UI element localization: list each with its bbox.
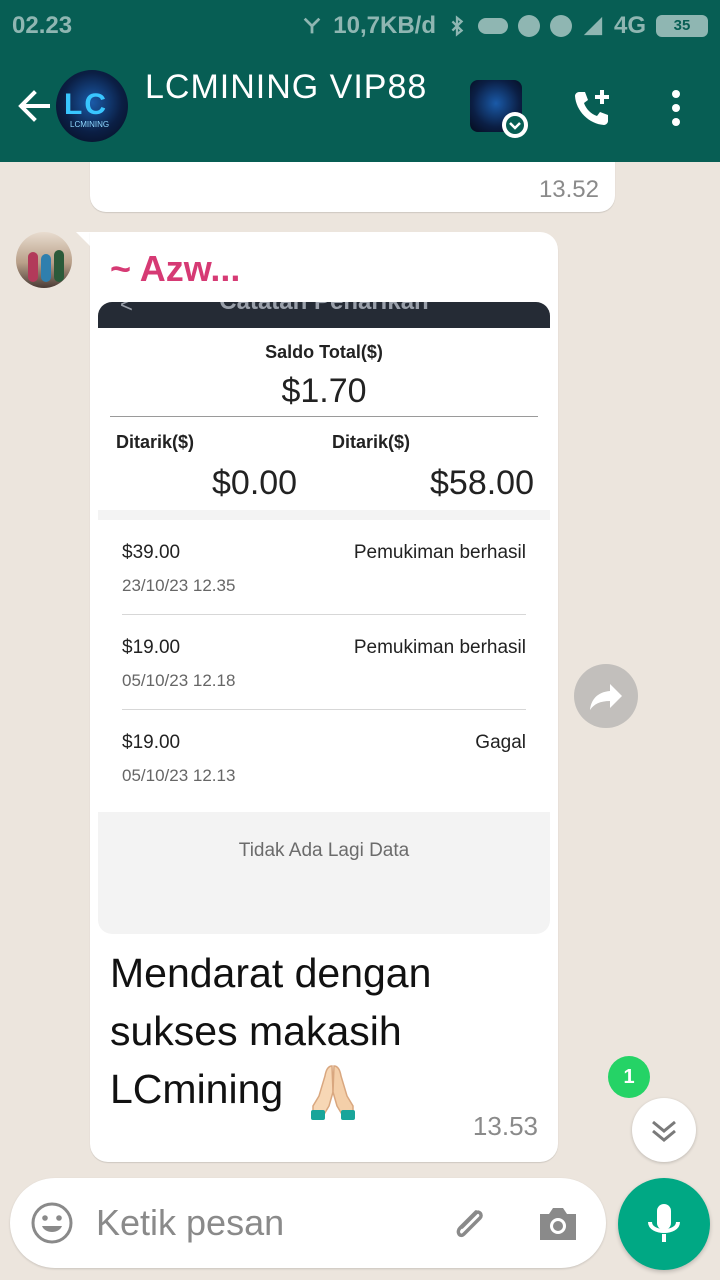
ditarik-value-2: $58.00 (430, 464, 534, 502)
emoji-icon[interactable] (30, 1201, 74, 1245)
alarm-icon (549, 15, 572, 37)
list-item: $19.00 Pemukiman berhasil 05/10/23 12.18 (122, 615, 526, 710)
record-status: Gagal (475, 732, 526, 753)
record-amount: $19.00 (122, 637, 181, 658)
voice-message-button[interactable] (618, 1178, 710, 1270)
forward-icon (590, 684, 622, 710)
status-icons: 10,7KB/d 4G 35 (301, 12, 708, 40)
screenshot-app-header: < Catatan Penarikan (98, 302, 550, 328)
divider (110, 416, 538, 417)
chevron-down-icon (502, 112, 528, 138)
ditarik-value-1: $0.00 (212, 464, 298, 502)
status-time: 02.23 (12, 12, 73, 39)
app-header: 02.23 10,7KB/d 4G 35 LC LCMINING LCMININ… (0, 0, 720, 162)
no-more-data-label: Tidak Ada Lagi Data (238, 840, 410, 861)
record-amount: $39.00 (122, 542, 181, 563)
ditarik-label-1: Ditarik($) (116, 432, 195, 452)
record-date: 05/10/23 12.13 (122, 766, 236, 785)
screenshot-header-title: Catatan Penarikan (98, 302, 550, 316)
unread-count-badge: 1 (608, 1056, 650, 1098)
scroll-to-bottom-button[interactable] (632, 1098, 696, 1162)
saldo-value: $1.70 (281, 372, 367, 410)
image-attachment[interactable]: < Catatan Penarikan Saldo Total($) $1.70… (98, 302, 550, 934)
group-avatar-logo: LC (64, 88, 108, 121)
attachment-icon[interactable] (446, 1202, 492, 1246)
back-arrow-icon[interactable] (14, 86, 54, 126)
group-avatar[interactable]: LC LCMINING (56, 70, 128, 142)
balance-summary: Saldo Total($) $1.70 Ditarik($) Ditarik(… (98, 328, 550, 510)
message-bubble[interactable]: ~ Azw... < Catatan Penarikan Saldo Total… (90, 232, 558, 1162)
list-item: $39.00 Pemukiman berhasil 23/10/23 12.35 (122, 520, 526, 615)
sender-avatar[interactable] (16, 232, 72, 288)
network-type: 4G (613, 12, 646, 39)
status-bar: 02.23 10,7KB/d 4G 35 (0, 0, 720, 52)
network-speed: 10,7KB/d (333, 12, 436, 39)
double-chevron-down-icon (652, 1120, 676, 1142)
list-item: $19.00 Gagal 05/10/23 12.13 (122, 710, 526, 805)
previous-message-bubble[interactable]: 13.52 (90, 162, 615, 212)
more-options-icon[interactable] (664, 86, 688, 130)
camera-icon[interactable] (536, 1204, 580, 1244)
message-caption: Mendarat dengan sukses makasih LCmining (110, 950, 432, 1112)
previous-message-time: 13.52 (538, 176, 599, 203)
sender-name[interactable]: ~ Azw... (110, 248, 240, 290)
video-call-button[interactable] (470, 80, 528, 138)
record-date: 05/10/23 12.18 (122, 671, 236, 690)
message-input[interactable] (96, 1198, 426, 1248)
signal-icon (583, 16, 603, 36)
notification-icon (303, 17, 321, 34)
record-status: Pemukiman berhasil (353, 542, 526, 563)
message-time: 13.53 (472, 1111, 538, 1141)
withdrawal-list: $39.00 Pemukiman berhasil 23/10/23 12.35… (98, 520, 550, 812)
battery-icon: 35 (656, 15, 708, 37)
chat-title[interactable]: LCMINING VIP88 (145, 68, 427, 107)
saldo-label: Saldo Total($) (265, 342, 383, 362)
forward-button[interactable] (574, 664, 638, 728)
record-amount: $19.00 (122, 732, 181, 753)
record-date: 23/10/23 12.35 (122, 576, 236, 595)
group-avatar-sub: LCMINING (70, 120, 110, 129)
add-call-icon[interactable] (570, 86, 614, 130)
ditarik-label-2: Ditarik($) (332, 432, 411, 452)
vibrate-toggle-icon (477, 18, 508, 34)
record-status: Pemukiman berhasil (353, 637, 526, 658)
chat-area[interactable]: 13.52 ~ Azw... < Catatan Penarikan Saldo… (0, 162, 720, 1172)
microphone-icon (648, 1204, 680, 1242)
dnd-icon (517, 15, 540, 37)
bluetooth-icon (451, 15, 464, 37)
message-composer (10, 1178, 606, 1268)
message-text: Mendarat dengan sukses makasih LCmining (110, 944, 530, 1122)
folded-hands-icon (310, 1065, 355, 1121)
